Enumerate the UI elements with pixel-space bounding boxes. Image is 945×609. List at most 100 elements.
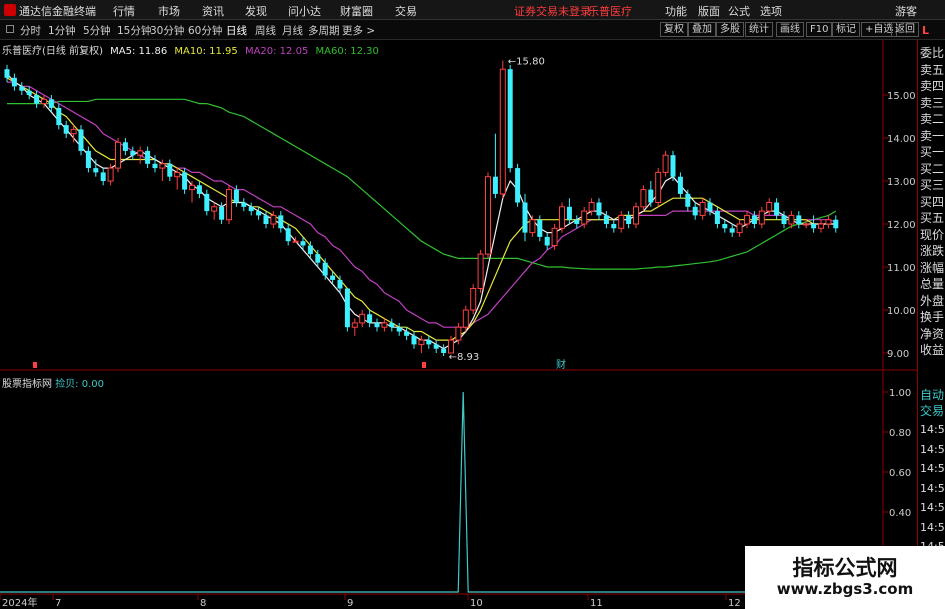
time-label: 2024年 xyxy=(2,596,37,609)
candle-body-down xyxy=(537,219,543,237)
candle-body-up xyxy=(485,176,491,255)
candle-body-down xyxy=(729,228,735,233)
quote-label: 卖二 xyxy=(920,112,945,126)
candle-body-up xyxy=(470,288,477,311)
candle-body-up xyxy=(351,322,358,328)
candle-body-down xyxy=(574,219,580,224)
candle-body-down xyxy=(122,142,128,151)
ma-legend: 乐普医疗(日线 前复权) MA5: 11.86 MA10: 11.95 MA20… xyxy=(2,42,383,57)
candle-body-up xyxy=(455,326,462,341)
indicator-label: 0.60 xyxy=(889,468,911,479)
tick-time: 14:50 xyxy=(920,423,945,436)
candle-body-down xyxy=(344,288,350,328)
candle-body-down xyxy=(337,279,343,289)
candle-body-down xyxy=(707,202,713,212)
auto-label: 自动 xyxy=(920,388,945,402)
price-label: 11.00 xyxy=(887,263,916,274)
candle-body-up xyxy=(41,98,47,105)
candle-body-down xyxy=(596,202,602,216)
candle-body-up xyxy=(462,309,469,328)
candle-body-down xyxy=(648,189,654,203)
time-label: 10 xyxy=(470,598,483,609)
tick-time: 14:50 xyxy=(920,442,945,456)
candle-body-down xyxy=(833,219,839,229)
quote-label: 涨跌 xyxy=(920,244,945,258)
quote-label: 卖三 xyxy=(920,95,945,110)
quote-label: 买三 xyxy=(920,178,945,192)
trade-label: 交易 xyxy=(920,404,945,418)
time-label: 12 xyxy=(728,598,741,609)
candle-body-down xyxy=(441,348,447,353)
candle-body-up xyxy=(107,167,114,182)
candle-body-down xyxy=(63,125,69,134)
candle-body-up xyxy=(559,206,565,229)
tick-time: 14:50 xyxy=(920,462,945,475)
chart-title: 乐普医疗(日线 前复权) xyxy=(2,46,103,57)
candle-body-down xyxy=(26,90,32,95)
candle-body-down xyxy=(670,155,676,177)
price-label: 13.00 xyxy=(887,177,916,188)
candle-body-down xyxy=(796,215,802,224)
candle-body-up xyxy=(633,206,639,225)
candle-body-up xyxy=(159,163,166,169)
price-label: 9.00 xyxy=(887,349,909,360)
high-label: ←15.80 xyxy=(508,57,545,68)
candle-body-down xyxy=(248,206,254,212)
candle-body-down xyxy=(404,331,410,336)
candle-body-down xyxy=(307,245,313,255)
candle-body-down xyxy=(233,189,239,203)
candle-body-down xyxy=(544,236,550,246)
candle-body-down xyxy=(145,150,151,164)
candle-body-down xyxy=(751,215,757,224)
candle-body-up xyxy=(581,210,588,225)
quote-label: 买四 xyxy=(920,194,945,209)
candle-body-up xyxy=(640,189,647,208)
candle-body-down xyxy=(374,322,380,328)
quote-label: 买二 xyxy=(920,161,945,176)
price-label: 14.00 xyxy=(887,134,916,145)
candle-body-up xyxy=(211,206,218,212)
candle-body-down xyxy=(515,168,521,203)
ma5-value: MA5: 11.86 xyxy=(110,46,168,57)
quote-label: 卖四 xyxy=(920,79,945,93)
indicator-name[interactable]: 股票指标网 xyxy=(2,379,52,390)
candle-body-down xyxy=(396,327,402,332)
candle-body-down xyxy=(811,224,817,229)
candle-body-down xyxy=(78,129,84,151)
candle-body-up xyxy=(115,141,121,169)
tick-time: 14:50 xyxy=(920,520,945,534)
kline-chart[interactable]: 15.00 14.00 13.00 12.00 11.00 10.00 9.00 ←15.8… xyxy=(0,0,945,609)
quote-label: 涨幅 xyxy=(920,260,945,275)
quote-label: 收益 xyxy=(920,343,945,357)
candle-body-down xyxy=(85,150,91,169)
candle-body-up xyxy=(818,223,824,229)
candle-body-up xyxy=(70,128,77,135)
candle-body-down xyxy=(93,168,99,173)
candle-body-down xyxy=(167,163,173,177)
indicator-header: 股票指标网 捡贝: 0.00 xyxy=(2,375,104,390)
quote-label: 卖一 xyxy=(920,128,945,143)
candle-body-up xyxy=(662,154,669,173)
quote-label: 现价 xyxy=(920,227,945,242)
candle-body-up xyxy=(744,214,750,225)
candle-body-down xyxy=(285,228,291,242)
candle-body-down xyxy=(507,69,513,169)
candle-body-up xyxy=(803,223,810,226)
indicator-label: 1.00 xyxy=(889,388,911,399)
candle-body-down xyxy=(330,275,336,280)
quote-label: 净资 xyxy=(920,326,945,341)
tick-time: 14:50 xyxy=(920,501,945,514)
candle-body-up xyxy=(699,202,706,216)
candle-body-up xyxy=(736,223,743,234)
candle-body-up xyxy=(618,214,625,229)
candle-body-down xyxy=(603,215,609,224)
indicator-label: 0.80 xyxy=(889,428,911,439)
candle-body-down xyxy=(152,163,158,169)
candle-body-down xyxy=(278,215,284,229)
candle-body-up xyxy=(292,240,299,243)
quote-label: 买一 xyxy=(920,145,945,159)
candle-body-up xyxy=(359,313,366,324)
candle-body-down xyxy=(411,335,417,345)
candle-body-down xyxy=(426,340,432,345)
candle-body-up xyxy=(588,202,595,212)
